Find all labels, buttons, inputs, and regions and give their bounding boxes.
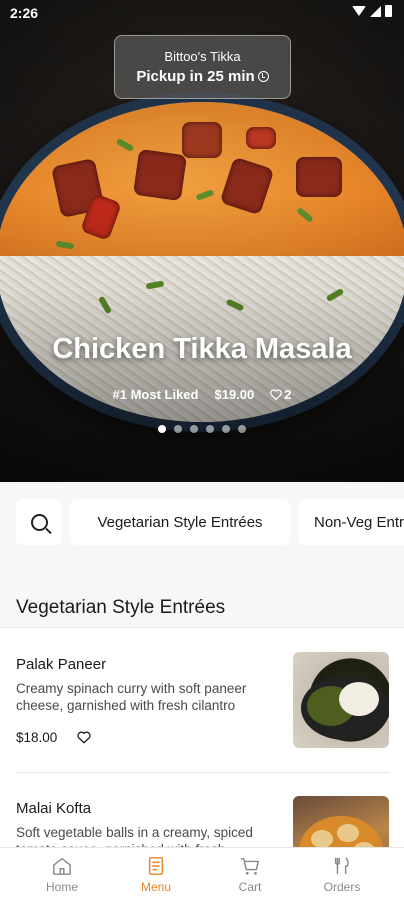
featured-dish-price: $19.00 bbox=[214, 387, 255, 402]
item-price: $18.00 bbox=[16, 730, 58, 745]
nav-item-orders[interactable]: Orders bbox=[292, 848, 392, 900]
orders-icon bbox=[331, 856, 353, 876]
featured-dish-meta: #1 Most Liked $19.00 2 bbox=[0, 387, 404, 402]
heart-icon bbox=[270, 389, 283, 400]
signal-icon bbox=[370, 5, 381, 17]
menu-item-malai-kofta[interactable]: Malai Kofta Soft vegetable balls in a cr… bbox=[0, 773, 404, 847]
like-button[interactable]: 2 bbox=[270, 387, 291, 402]
item-name: Palak Paneer bbox=[16, 656, 107, 673]
carousel-dot[interactable] bbox=[190, 425, 198, 433]
item-name: Malai Kofta bbox=[16, 800, 92, 817]
item-description: Creamy spinach curry with soft paneer ch… bbox=[16, 681, 247, 713]
nav-item-cart[interactable]: Cart bbox=[200, 848, 300, 900]
category-chip-vegetarian[interactable]: Vegetarian Style Entrées bbox=[70, 499, 290, 545]
clock-icon bbox=[257, 71, 269, 82]
store-name: Bittoo's Tikka bbox=[164, 49, 241, 64]
pickup-time: Pickup in 25 min bbox=[115, 68, 290, 85]
wifi-icon bbox=[352, 6, 366, 16]
carousel-dot[interactable] bbox=[238, 425, 246, 433]
carousel-indicator[interactable] bbox=[0, 425, 404, 433]
section-title: Vegetarian Style Entrées bbox=[16, 597, 226, 618]
heart-icon bbox=[77, 731, 91, 744]
carousel-dot[interactable] bbox=[222, 425, 230, 433]
favorite-button[interactable] bbox=[77, 731, 91, 744]
cart-icon bbox=[239, 856, 261, 876]
menu-item-palak-paneer[interactable]: Palak Paneer Creamy spinach curry with s… bbox=[0, 628, 404, 772]
category-bar: Vegetarian Style Entrées Non-Veg Entrées bbox=[0, 482, 404, 562]
search-button[interactable] bbox=[16, 499, 62, 545]
home-icon bbox=[51, 856, 73, 876]
nav-item-menu[interactable]: Menu bbox=[106, 848, 206, 900]
status-time: 2:26 bbox=[10, 5, 39, 21]
search-icon bbox=[30, 513, 48, 531]
most-liked-badge: #1 Most Liked bbox=[112, 387, 199, 402]
nav-label: Home bbox=[45, 880, 78, 894]
carousel-dot[interactable] bbox=[206, 425, 214, 433]
menu-icon bbox=[145, 856, 167, 876]
carousel-dot[interactable] bbox=[158, 425, 166, 433]
carousel-dot[interactable] bbox=[174, 425, 182, 433]
pickup-info-card[interactable]: Bittoo's Tikka Pickup in 25 min bbox=[114, 35, 291, 99]
like-count: 2 bbox=[284, 387, 292, 402]
featured-dish-title: Chicken Tikka Masala bbox=[52, 333, 352, 365]
battery-icon bbox=[385, 5, 392, 17]
nav-label: Orders bbox=[323, 880, 361, 894]
item-photo bbox=[293, 652, 389, 748]
category-chip-non-veg[interactable]: Non-Veg Entrées bbox=[298, 499, 404, 545]
hero-banner[interactable]: 2:26 Bittoo's Tikka Pickup in 25 min Chi… bbox=[0, 0, 404, 482]
menu-list: Palak Paneer Creamy spinach curry with s… bbox=[0, 627, 404, 847]
nav-label: Menu bbox=[140, 880, 172, 894]
status-bar: 2:26 bbox=[0, 0, 404, 26]
nav-label: Cart bbox=[238, 880, 262, 894]
nav-item-home[interactable]: Home bbox=[12, 848, 112, 900]
item-photo bbox=[293, 796, 389, 847]
item-description: Soft vegetable balls in a creamy, spiced… bbox=[16, 825, 253, 847]
bottom-navigation: Home Menu Cart Orders bbox=[0, 847, 404, 900]
